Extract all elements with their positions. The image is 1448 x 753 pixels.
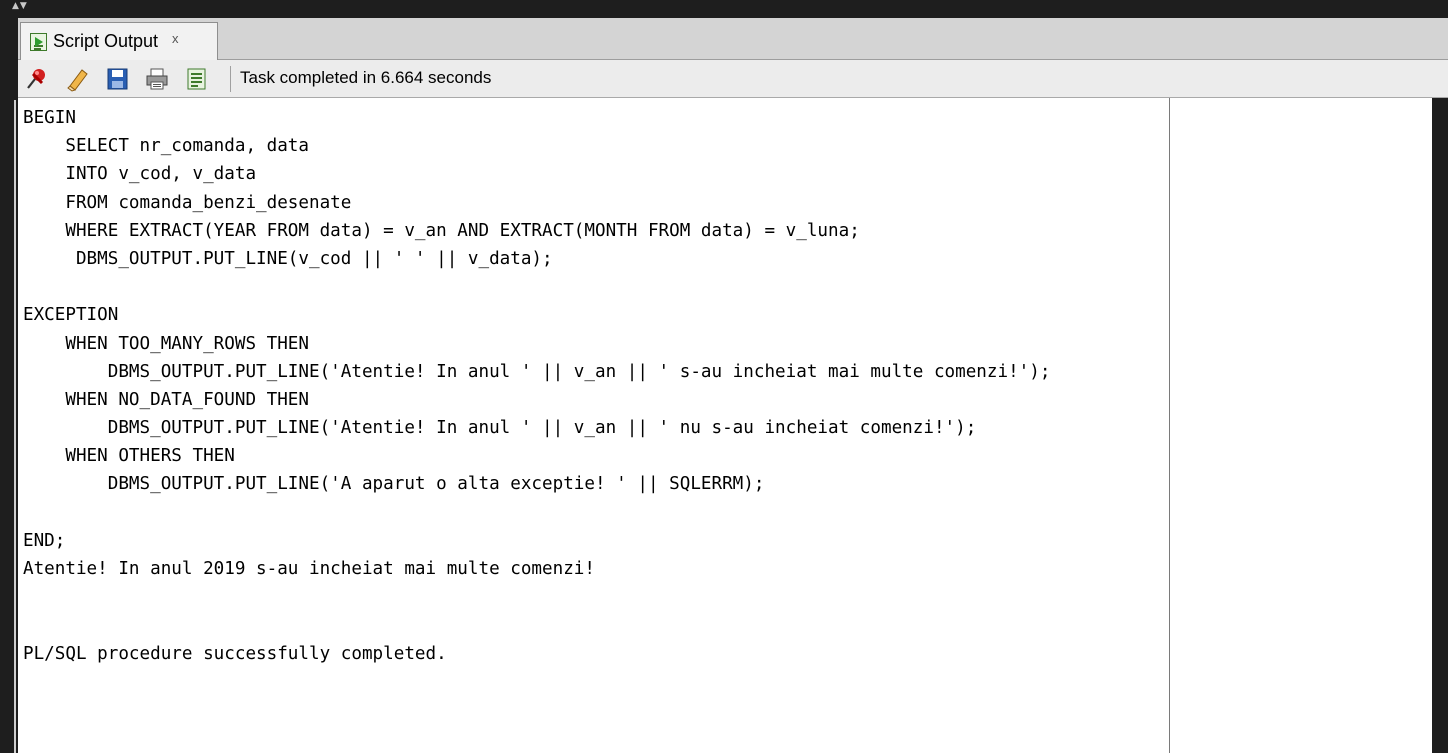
output-line: DBMS_OUTPUT.PUT_LINE('A aparut o alta ex… — [23, 474, 765, 495]
tab-script-output[interactable]: Script Output x — [20, 22, 218, 60]
save-icon[interactable] — [104, 66, 130, 92]
pin-icon[interactable] — [24, 66, 50, 92]
tab-close-icon[interactable]: x — [172, 31, 179, 46]
right-margin-line — [1169, 98, 1170, 753]
top-strip: ▲▼ — [0, 0, 1448, 18]
output-line: DBMS_OUTPUT.PUT_LINE('Atentie! In anul '… — [23, 361, 1051, 382]
panel-resize-arrows-icon[interactable]: ▲▼ — [12, 2, 42, 12]
output-line: FROM comanda_benzi_desenate — [23, 192, 352, 213]
output-line: Atentie! In anul 2019 s-au incheiat mai … — [23, 559, 595, 579]
output-line: PL/SQL procedure successfully completed. — [23, 643, 447, 664]
gutter-divider — [14, 100, 16, 753]
tab-bar: Script Output x — [18, 18, 1448, 60]
output-line: WHERE EXTRACT(YEAR FROM data) = v_an AND… — [23, 220, 860, 241]
output-line: BEGIN — [23, 108, 76, 128]
output-line: WHEN TOO_MANY_ROWS THEN — [23, 333, 309, 354]
output-line: INTO v_cod, v_data — [23, 164, 257, 185]
output-line: DBMS_OUTPUT.PUT_LINE('Atentie! In anul '… — [23, 418, 977, 439]
output-toolbar: Task completed in 6.664 seconds — [18, 60, 1448, 98]
output-text: BEGIN SELECT nr_comanda, data INTO v_cod… — [23, 104, 1050, 668]
task-status-text: Task completed in 6.664 seconds — [240, 68, 492, 87]
output-line: WHEN NO_DATA_FOUND THEN — [23, 389, 309, 410]
script-output-area[interactable]: BEGIN SELECT nr_comanda, data INTO v_cod… — [18, 98, 1432, 753]
toolbar-separator — [230, 66, 231, 92]
open-file-icon[interactable] — [184, 66, 210, 92]
left-gutter — [0, 18, 18, 753]
output-line: END; — [23, 530, 66, 551]
script-output-icon — [29, 32, 49, 52]
output-line: DBMS_OUTPUT.PUT_LINE(v_cod || ' ' || v_d… — [23, 248, 553, 269]
tab-label: Script Output — [53, 31, 159, 51]
output-line: WHEN OTHERS THEN — [23, 446, 235, 467]
output-line: SELECT nr_comanda, data — [23, 136, 309, 157]
output-line: EXCEPTION — [23, 305, 119, 326]
right-gutter — [1432, 98, 1448, 753]
clear-eraser-icon[interactable] — [64, 66, 90, 92]
print-icon[interactable] — [144, 66, 170, 92]
